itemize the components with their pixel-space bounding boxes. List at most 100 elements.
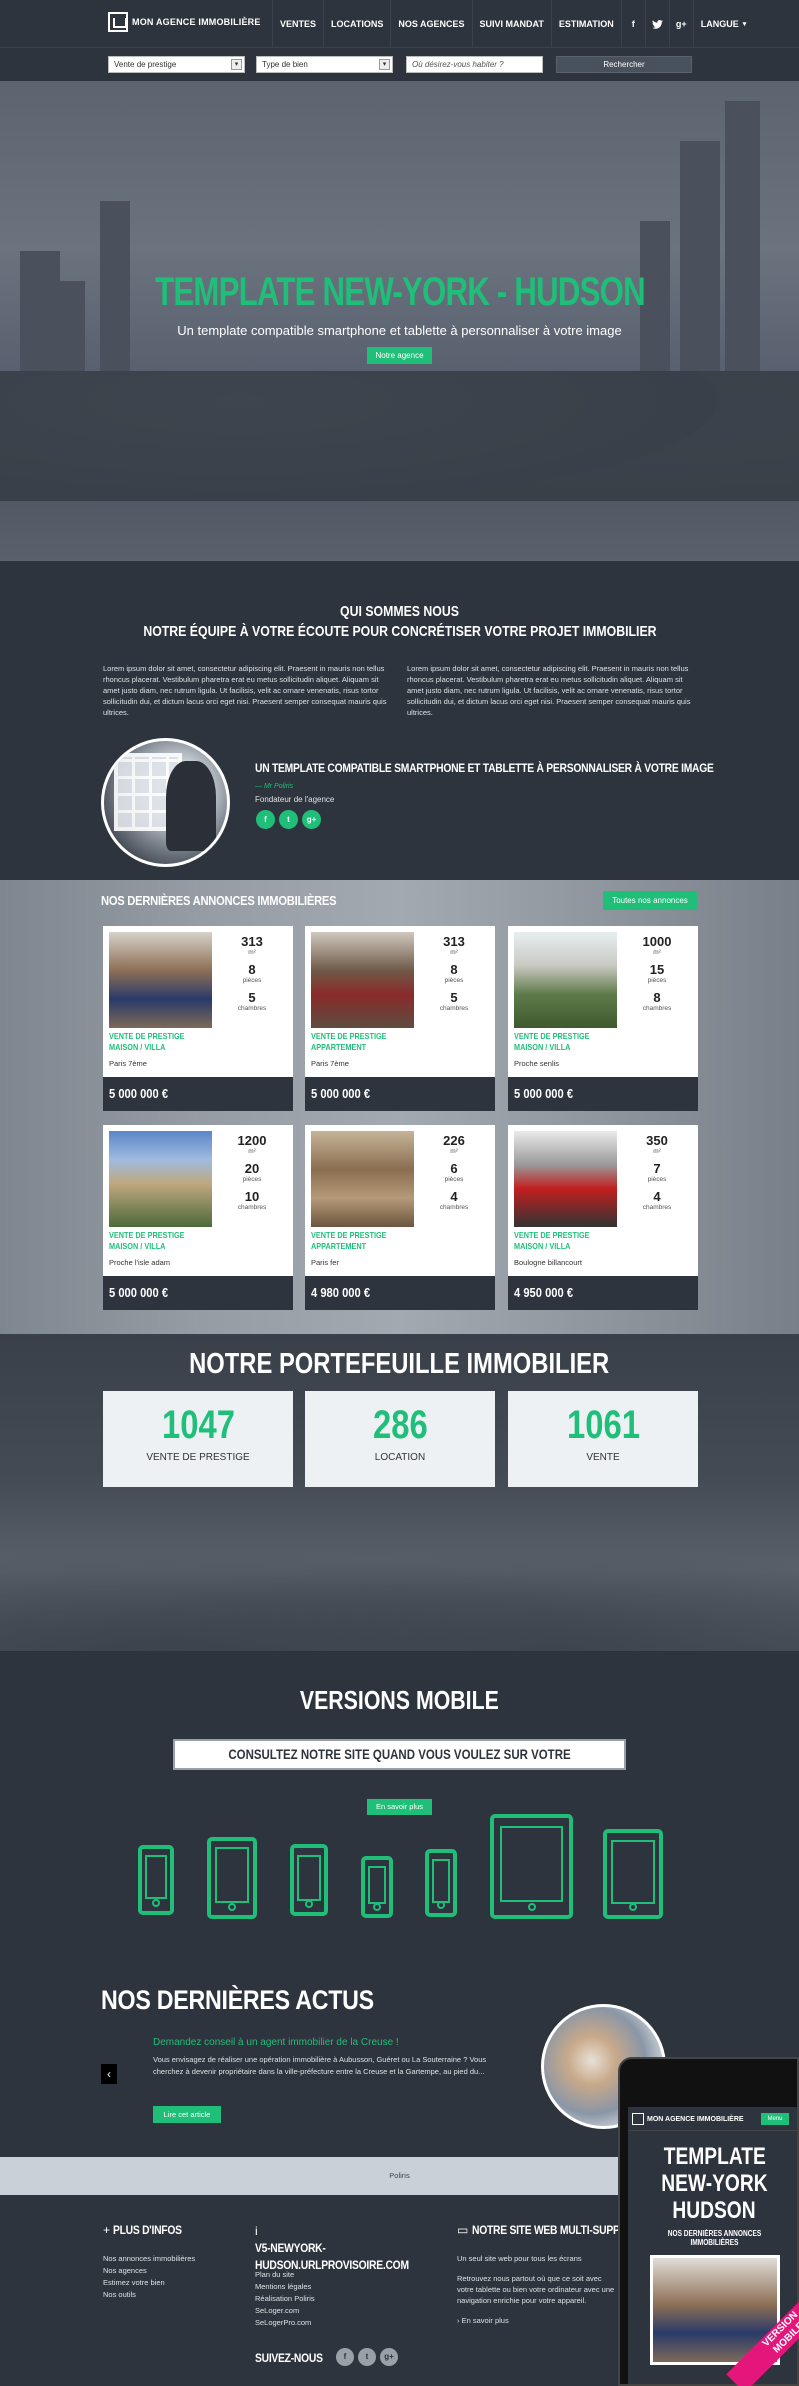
about-subtitle: NOTRE ÉQUIPE À VOTRE ÉCOUTE POUR CONCRÉT… bbox=[142, 623, 657, 640]
listing-card[interactable]: 313 m² 8 pièces 5 chambres VENTE DE PRESTIGE M… bbox=[103, 926, 293, 1111]
phone-device-icon bbox=[290, 1844, 328, 1916]
agency-button[interactable]: Notre agence bbox=[367, 347, 432, 364]
footer-link[interactable]: Nos outils bbox=[103, 2289, 195, 2301]
park-trees bbox=[0, 371, 799, 521]
listing-photo[interactable] bbox=[311, 932, 414, 1028]
listing-bedrooms: 4 chambres bbox=[439, 1189, 469, 1211]
footer-col3-link[interactable]: › En savoir plus bbox=[457, 2315, 509, 2327]
top-header: MON AGENCE IMMOBILIÈRE VENTES LOCATIONS … bbox=[0, 0, 799, 48]
mobile-preview-subtitle: NOS DERNIÈRES ANNONCES IMMOBILIÈRES bbox=[667, 2229, 762, 2247]
phone-device-icon bbox=[361, 1856, 393, 1918]
about-title: QUI SOMMES NOUS bbox=[340, 603, 459, 620]
footer-link[interactable]: SeLogerPro.com bbox=[255, 2317, 315, 2329]
portfolio-box[interactable]: 286 LOCATION bbox=[305, 1391, 495, 1487]
house-icon bbox=[632, 2113, 644, 2125]
listing-rooms: 8 pièces bbox=[444, 962, 464, 984]
listing-card[interactable]: 313 m² 8 pièces 5 chambres VENTE DE PRESTIGE A… bbox=[305, 926, 495, 1111]
listing-bedrooms: 5 chambres bbox=[439, 990, 469, 1012]
listing-rooms: 6 pièces bbox=[444, 1161, 464, 1183]
google-plus-icon[interactable]: g+ bbox=[302, 810, 321, 829]
listing-photo[interactable] bbox=[311, 1131, 414, 1227]
listing-card[interactable]: 226 m² 6 pièces 4 chambres VENTE DE PRESTIGE A… bbox=[305, 1125, 495, 1310]
listing-photo[interactable] bbox=[109, 932, 212, 1028]
listing-location: Paris 7ème bbox=[311, 1059, 349, 1068]
nav-item-estimation[interactable]: ESTIMATION bbox=[550, 0, 621, 48]
nav-item-suivi-mandat[interactable]: SUIVI MANDAT bbox=[471, 0, 551, 48]
footer-link[interactable]: Estimez votre bien bbox=[103, 2277, 195, 2289]
main-nav: VENTES LOCATIONS NOS AGENCES SUIVI MANDA… bbox=[272, 0, 753, 48]
language-dropdown[interactable]: LANGUE ▾ bbox=[692, 0, 754, 48]
portfolio-count: 1061 bbox=[566, 1403, 640, 1447]
news-title: NOS DERNIÈRES ACTUS bbox=[101, 1985, 374, 2015]
footer-col1-title: + PLUS D'INFOS bbox=[103, 2223, 183, 2237]
mobile-preview-nav: MON AGENCE IMMOBILIÈRE Menu bbox=[628, 2107, 797, 2131]
listing-surface: 313 m² bbox=[241, 934, 263, 956]
footer-link[interactable]: Réalisation Poliris bbox=[255, 2293, 315, 2305]
footer-col3-sub: Un seul site web pour tous les écrans bbox=[457, 2254, 582, 2263]
portfolio-box[interactable]: 1061 VENTE bbox=[508, 1391, 698, 1487]
listing-price: 5 000 000 € bbox=[103, 1077, 293, 1111]
location-input[interactable]: Où désirez-vous habiter ? bbox=[406, 56, 543, 73]
footer-link[interactable]: Plan du site bbox=[255, 2269, 315, 2281]
listing-type[interactable]: VENTE DE PRESTIGE MAISON / VILLA bbox=[514, 1031, 634, 1053]
founder-avatar bbox=[101, 738, 230, 867]
listing-photo[interactable] bbox=[514, 1131, 617, 1227]
listing-type[interactable]: VENTE DE PRESTIGE APPARTEMENT bbox=[311, 1230, 431, 1252]
listing-card[interactable]: 1200 m² 20 pièces 10 chambres VENTE DE PRESTIG… bbox=[103, 1125, 293, 1310]
location-input-placeholder: Où désirez-vous habiter ? bbox=[412, 60, 504, 69]
facebook-icon[interactable]: f bbox=[256, 810, 275, 829]
info-icon: i bbox=[255, 2224, 258, 2238]
read-article-button[interactable]: Lire cet article bbox=[153, 2106, 221, 2123]
chevron-left-icon[interactable]: ‹ bbox=[101, 2064, 117, 2084]
nav-item-agences[interactable]: NOS AGENCES bbox=[390, 0, 471, 48]
about-section: QUI SOMMES NOUS NOTRE ÉQUIPE À VOTRE ÉCO… bbox=[0, 561, 799, 880]
portfolio-section: NOTRE PORTEFEUILLE IMMOBILIER 1047 VENTE… bbox=[0, 1334, 799, 1651]
park-lawn bbox=[0, 501, 799, 561]
learn-more-button[interactable]: En savoir plus bbox=[367, 1799, 432, 1815]
all-listings-button[interactable]: Toutes nos annonces bbox=[603, 891, 697, 910]
nav-item-ventes[interactable]: VENTES bbox=[272, 0, 323, 48]
footer-link[interactable]: Nos annonces immobilières bbox=[103, 2253, 195, 2265]
property-type-select[interactable]: Type de bien ▾ bbox=[256, 56, 393, 73]
portfolio-box[interactable]: 1047 VENTE DE PRESTIGE bbox=[103, 1391, 293, 1487]
listing-type[interactable]: VENTE DE PRESTIGE MAISON / VILLA bbox=[109, 1230, 229, 1252]
footer-col2-links: Plan du site Mentions légales Réalisatio… bbox=[255, 2269, 315, 2329]
listing-bedrooms: 8 chambres bbox=[642, 990, 672, 1012]
listing-photo[interactable] bbox=[514, 932, 617, 1028]
footer-link[interactable]: SeLoger.com bbox=[255, 2305, 315, 2317]
hero-title: TEMPLATE NEW-YORK - HUDSON bbox=[154, 270, 646, 314]
nav-item-locations[interactable]: LOCATIONS bbox=[323, 0, 390, 48]
facebook-icon[interactable]: f bbox=[620, 0, 645, 48]
mobile-menu-button[interactable]: Menu bbox=[761, 2113, 789, 2125]
chevron-down-icon: ▾ bbox=[742, 21, 747, 28]
footer-link[interactable]: Nos agences bbox=[103, 2265, 195, 2277]
twitter-icon[interactable]: t bbox=[358, 2348, 376, 2366]
monitor-icon: ▭ bbox=[457, 2223, 472, 2237]
listing-price: 4 980 000 € bbox=[305, 1276, 495, 1310]
site-logo[interactable]: MON AGENCE IMMOBILIÈRE bbox=[108, 12, 261, 32]
portfolio-count: 286 bbox=[372, 1403, 428, 1447]
listing-type[interactable]: VENTE DE PRESTIGE MAISON / VILLA bbox=[109, 1031, 229, 1053]
facebook-icon[interactable]: f bbox=[336, 2348, 354, 2366]
listing-card[interactable]: 350 m² 7 pièces 4 chambres VENTE DE PRESTIGE M… bbox=[508, 1125, 698, 1310]
news-headline[interactable]: Demandez conseil à un agent immobilier d… bbox=[153, 2037, 399, 2048]
google-plus-icon[interactable]: g+ bbox=[668, 0, 693, 48]
transaction-select[interactable]: Vente de prestige ▾ bbox=[108, 56, 245, 73]
listing-type[interactable]: VENTE DE PRESTIGE MAISON / VILLA bbox=[514, 1230, 634, 1252]
footer-link[interactable]: Mentions légales bbox=[255, 2281, 315, 2293]
search-bar: Vente de prestige ▾ Type de bien ▾ Où dé… bbox=[0, 48, 799, 81]
search-button[interactable]: Rechercher bbox=[556, 56, 692, 73]
chevron-down-icon: ▾ bbox=[231, 59, 242, 70]
footer-col3-text: Retrouvez nous partout où que ce soit av… bbox=[457, 2274, 615, 2305]
listing-bedrooms: 5 chambres bbox=[237, 990, 267, 1012]
listing-type[interactable]: VENTE DE PRESTIGE APPARTEMENT bbox=[311, 1031, 431, 1053]
listing-surface: 1000 m² bbox=[642, 934, 672, 956]
twitter-icon[interactable] bbox=[644, 0, 669, 48]
tablet-device-icon bbox=[603, 1829, 663, 1919]
twitter-icon[interactable]: t bbox=[279, 810, 298, 829]
listing-photo[interactable] bbox=[109, 1131, 212, 1227]
mobile-preview-title: TEMPLATE NEW-YORK HUDSON bbox=[661, 2143, 768, 2224]
listing-card[interactable]: 1000 m² 15 pièces 8 chambres VENTE DE PRESTIGE… bbox=[508, 926, 698, 1111]
google-plus-icon[interactable]: g+ bbox=[380, 2348, 398, 2366]
phone-device-icon bbox=[425, 1849, 457, 1917]
